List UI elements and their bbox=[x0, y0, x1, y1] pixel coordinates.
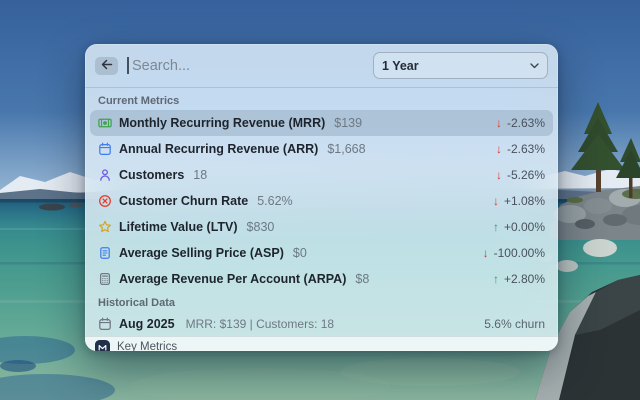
back-button[interactable] bbox=[95, 56, 118, 75]
results-list: Current Metrics Monthly Recurring Revenu… bbox=[85, 88, 558, 336]
calculator-icon bbox=[98, 272, 112, 286]
metric-value: $8 bbox=[355, 272, 370, 286]
historical-label: Aug 2025 bbox=[119, 317, 175, 331]
trend-value: +0.00% bbox=[503, 220, 545, 234]
trend-value: -5.26% bbox=[506, 168, 545, 182]
calendar-icon bbox=[98, 317, 112, 331]
metric-row[interactable]: Customer Churn Rate 5.62% ↓ +1.08% bbox=[90, 188, 553, 214]
key-metrics-logo bbox=[95, 339, 110, 351]
star-icon bbox=[98, 220, 112, 234]
trend-down-icon: ↓ bbox=[495, 116, 502, 130]
metric-value: $1,668 bbox=[327, 142, 366, 156]
metric-value: $830 bbox=[246, 220, 275, 234]
historical-row[interactable]: Aug 2025 MRR: $139 | Customers: 18 5.6% ch… bbox=[90, 312, 553, 336]
time-range-select[interactable]: 1 Year bbox=[373, 52, 548, 79]
metric-row[interactable]: Average Selling Price (ASP) $0 ↓ -100.00% bbox=[90, 240, 553, 266]
trend-down-icon: ↓ bbox=[482, 246, 489, 260]
calendar-icon bbox=[98, 142, 112, 156]
metric-value: $0 bbox=[292, 246, 307, 260]
metric-label: Average Revenue Per Account (ARPA) bbox=[119, 272, 347, 286]
search-field-area bbox=[127, 44, 364, 87]
metric-row[interactable]: Customers 18 ↓ -5.26% bbox=[90, 162, 553, 188]
banknote-icon bbox=[98, 116, 112, 130]
metric-value: 18 bbox=[193, 168, 208, 182]
document-icon bbox=[98, 246, 112, 260]
trend-down-icon: ↓ bbox=[492, 194, 499, 208]
window-header: 1 Year bbox=[85, 44, 558, 88]
x-circle-icon bbox=[98, 194, 112, 208]
trend-down-icon: ↓ bbox=[495, 142, 502, 156]
metric-label: Lifetime Value (LTV) bbox=[119, 220, 238, 234]
trend-down-icon: ↓ bbox=[495, 168, 502, 182]
window-footer: Key Metrics bbox=[85, 336, 558, 351]
trend-up-icon: ↑ bbox=[492, 272, 499, 286]
text-cursor bbox=[127, 57, 129, 74]
historical-churn: 5.6% churn bbox=[484, 317, 545, 331]
trend-up-icon: ↑ bbox=[492, 220, 499, 234]
historical-data-rows: Aug 2025 MRR: $139 | Customers: 18 5.6% ch… bbox=[90, 312, 553, 336]
metric-label: Customer Churn Rate bbox=[119, 194, 249, 208]
key-metrics-window: 1 Year Current Metrics Monthly Recurring… bbox=[85, 44, 558, 351]
trend-value: +1.08% bbox=[503, 194, 545, 208]
metric-row[interactable]: Monthly Recurring Revenue (MRR) $139 ↓ -2.6… bbox=[90, 110, 553, 136]
metric-row[interactable]: Average Revenue Per Account (ARPA) $8 ↑ +2.… bbox=[90, 266, 553, 292]
time-range-value: 1 Year bbox=[382, 58, 419, 73]
section-header-historical-data: Historical Data bbox=[98, 297, 176, 309]
trend-value: -2.63% bbox=[506, 142, 545, 156]
person-icon bbox=[98, 168, 112, 182]
metric-label: Monthly Recurring Revenue (MRR) bbox=[119, 116, 326, 130]
trend-value: +2.80% bbox=[503, 272, 545, 286]
desktop-background: 1 Year Current Metrics Monthly Recurring… bbox=[0, 0, 640, 400]
chevron-down-icon bbox=[530, 62, 539, 69]
historical-detail: MRR: $139 | Customers: 18 bbox=[185, 317, 335, 331]
arrow-left-icon bbox=[101, 57, 113, 75]
footer-app-name: Key Metrics bbox=[117, 341, 178, 351]
metric-label: Customers bbox=[119, 168, 185, 182]
trend-value: -2.63% bbox=[506, 116, 545, 130]
search-input[interactable] bbox=[127, 57, 364, 74]
metric-row[interactable]: Lifetime Value (LTV) $830 ↑ +0.00% bbox=[90, 214, 553, 240]
metric-value: 5.62% bbox=[257, 194, 293, 208]
section-header-current-metrics: Current Metrics bbox=[98, 95, 180, 107]
metric-value: $139 bbox=[334, 116, 363, 130]
metric-label: Average Selling Price (ASP) bbox=[119, 246, 284, 260]
metric-label: Annual Recurring Revenue (ARR) bbox=[119, 142, 319, 156]
trend-value: -100.00% bbox=[493, 246, 545, 260]
current-metrics-rows: Monthly Recurring Revenue (MRR) $139 ↓ -2.6… bbox=[90, 110, 553, 292]
metric-row[interactable]: Annual Recurring Revenue (ARR) $1,668 ↓ -2.… bbox=[90, 136, 553, 162]
